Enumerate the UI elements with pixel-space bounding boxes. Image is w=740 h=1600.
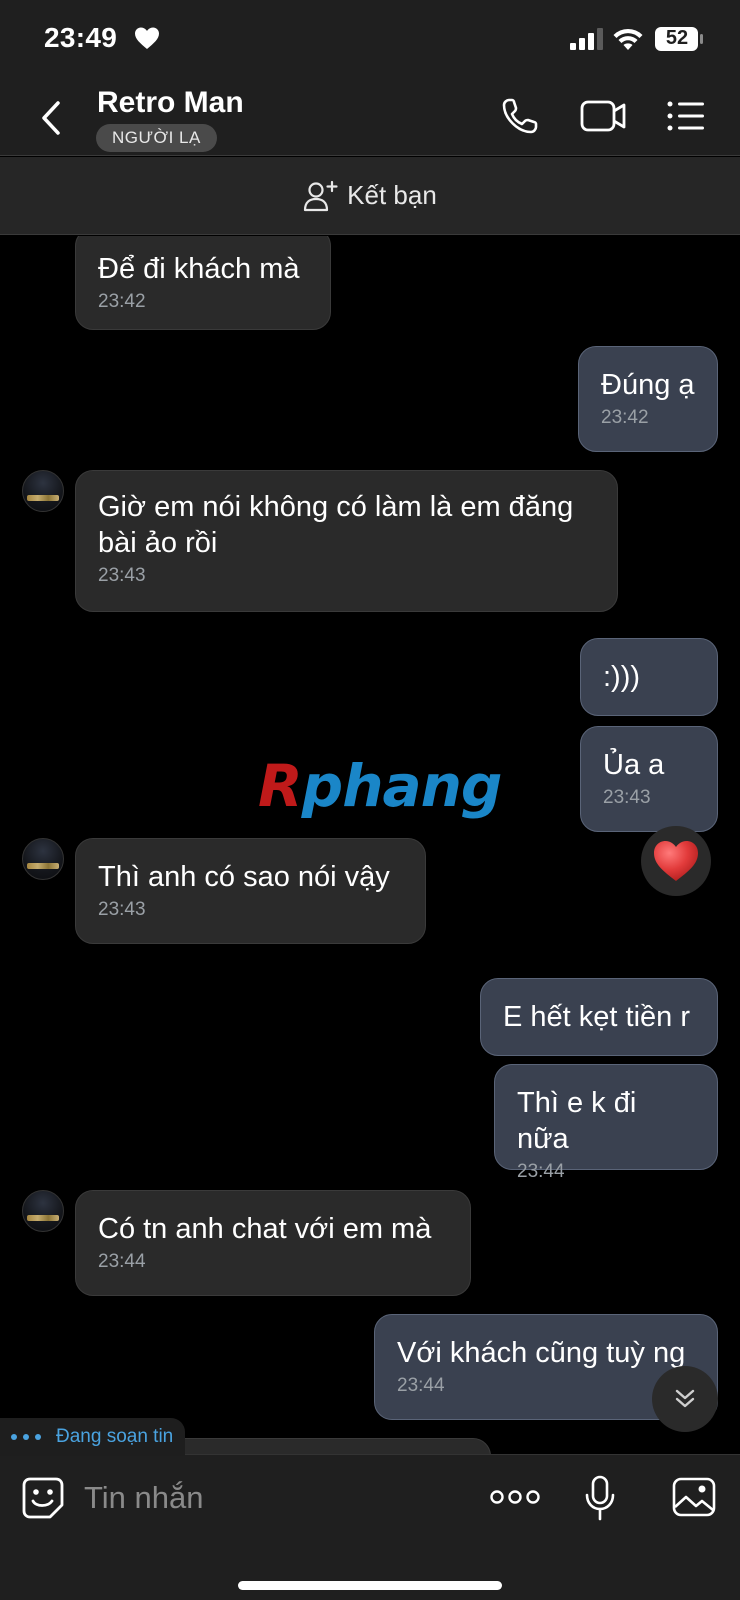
watermark-logo: Rphang xyxy=(258,752,502,820)
message-bubble-incoming[interactable]: Thì anh có sao nói vậy 23:43 xyxy=(75,838,426,944)
add-friend-icon xyxy=(304,180,338,211)
contact-avatar[interactable] xyxy=(22,838,64,880)
message-bubble-incoming[interactable]: Giờ em nói không có làm là em đăng bài ả… xyxy=(75,470,618,612)
message-bubble-outgoing[interactable]: :))) xyxy=(580,638,718,716)
message-bubble-incoming[interactable]: Có tn anh chat với em mà 23:44 xyxy=(75,1190,471,1296)
sticker-icon[interactable] xyxy=(22,1477,64,1519)
more-options-icon[interactable] xyxy=(490,1489,540,1505)
microphone-icon[interactable] xyxy=(584,1475,616,1521)
battery-level: 52 xyxy=(665,27,689,49)
message-bubble-outgoing[interactable]: Ủa a 23:43 xyxy=(580,726,718,832)
message-text: Thì anh có sao nói vậy xyxy=(98,861,390,893)
menu-list-icon[interactable] xyxy=(666,98,706,134)
message-text: Giờ em nói không có làm là em đăng bài ả… xyxy=(98,491,574,559)
message-text: Thì e k đi nữa xyxy=(517,1087,637,1155)
typing-label: Đang soạn tin xyxy=(56,1426,174,1447)
message-bubble-outgoing[interactable]: Đúng ạ 23:42 xyxy=(578,346,718,452)
message-bubble-outgoing[interactable]: Thì e k đi nữa 23:44 xyxy=(494,1064,718,1182)
message-time: 23:44 xyxy=(517,1161,565,1182)
typing-indicator: Đang soạn tin xyxy=(0,1418,186,1456)
message-text: :))) xyxy=(603,661,641,693)
message-text: Có tn anh chat với em mà xyxy=(98,1213,432,1245)
typing-dots-icon xyxy=(11,1434,41,1440)
double-chevron-down-icon xyxy=(675,1389,695,1408)
composer-bar xyxy=(0,1454,740,1600)
heart-icon xyxy=(135,27,159,49)
message-list[interactable]: Để đi khách mà 23:42 Đúng ạ 23:42 Giờ em… xyxy=(0,236,740,1454)
status-time: 23:49 xyxy=(44,22,118,53)
phone-call-icon[interactable] xyxy=(500,96,540,136)
video-call-icon[interactable] xyxy=(580,98,626,134)
message-time: 23:44 xyxy=(397,1375,445,1396)
message-time: 23:43 xyxy=(98,565,146,586)
signal-icon xyxy=(570,28,603,50)
contact-avatar[interactable] xyxy=(22,1190,64,1232)
message-time: 23:44 xyxy=(98,1251,146,1272)
message-time: 23:43 xyxy=(603,787,651,808)
back-icon[interactable] xyxy=(36,98,66,138)
image-gallery-icon[interactable] xyxy=(672,1477,716,1517)
add-friend-button[interactable]: Kết bạn xyxy=(0,157,740,235)
message-input[interactable] xyxy=(84,1473,464,1523)
message-text: Đúng ạ xyxy=(601,369,695,401)
message-time: 23:43 xyxy=(98,899,146,920)
message-bubble-incoming[interactable]: Để đi khách mà 23:42 xyxy=(75,236,331,330)
message-reaction[interactable] xyxy=(641,826,711,896)
message-bubble-outgoing[interactable]: E hết kẹt tiền r xyxy=(480,978,718,1056)
chat-header: Retro Man NGƯỜI LẠ xyxy=(0,80,740,156)
message-time: 23:42 xyxy=(98,291,146,312)
contact-avatar[interactable] xyxy=(22,470,64,512)
message-text: Để đi khách mà xyxy=(98,253,300,285)
status-bar: 23:49 52 xyxy=(0,0,740,80)
wifi-icon xyxy=(613,28,643,50)
message-text: E hết kẹt tiền r xyxy=(503,1001,690,1033)
home-indicator xyxy=(238,1581,502,1590)
message-time: 23:42 xyxy=(601,407,649,428)
scroll-to-bottom-button[interactable] xyxy=(652,1366,718,1432)
message-text: Ủa a xyxy=(603,749,665,781)
add-friend-label: Kết bạn xyxy=(347,180,437,210)
message-text: Với khách cũng tuỳ ng xyxy=(397,1337,686,1369)
heart-reaction-icon xyxy=(654,841,698,881)
stranger-badge: NGƯỜI LẠ xyxy=(96,124,217,152)
contact-name[interactable]: Retro Man xyxy=(97,86,244,120)
